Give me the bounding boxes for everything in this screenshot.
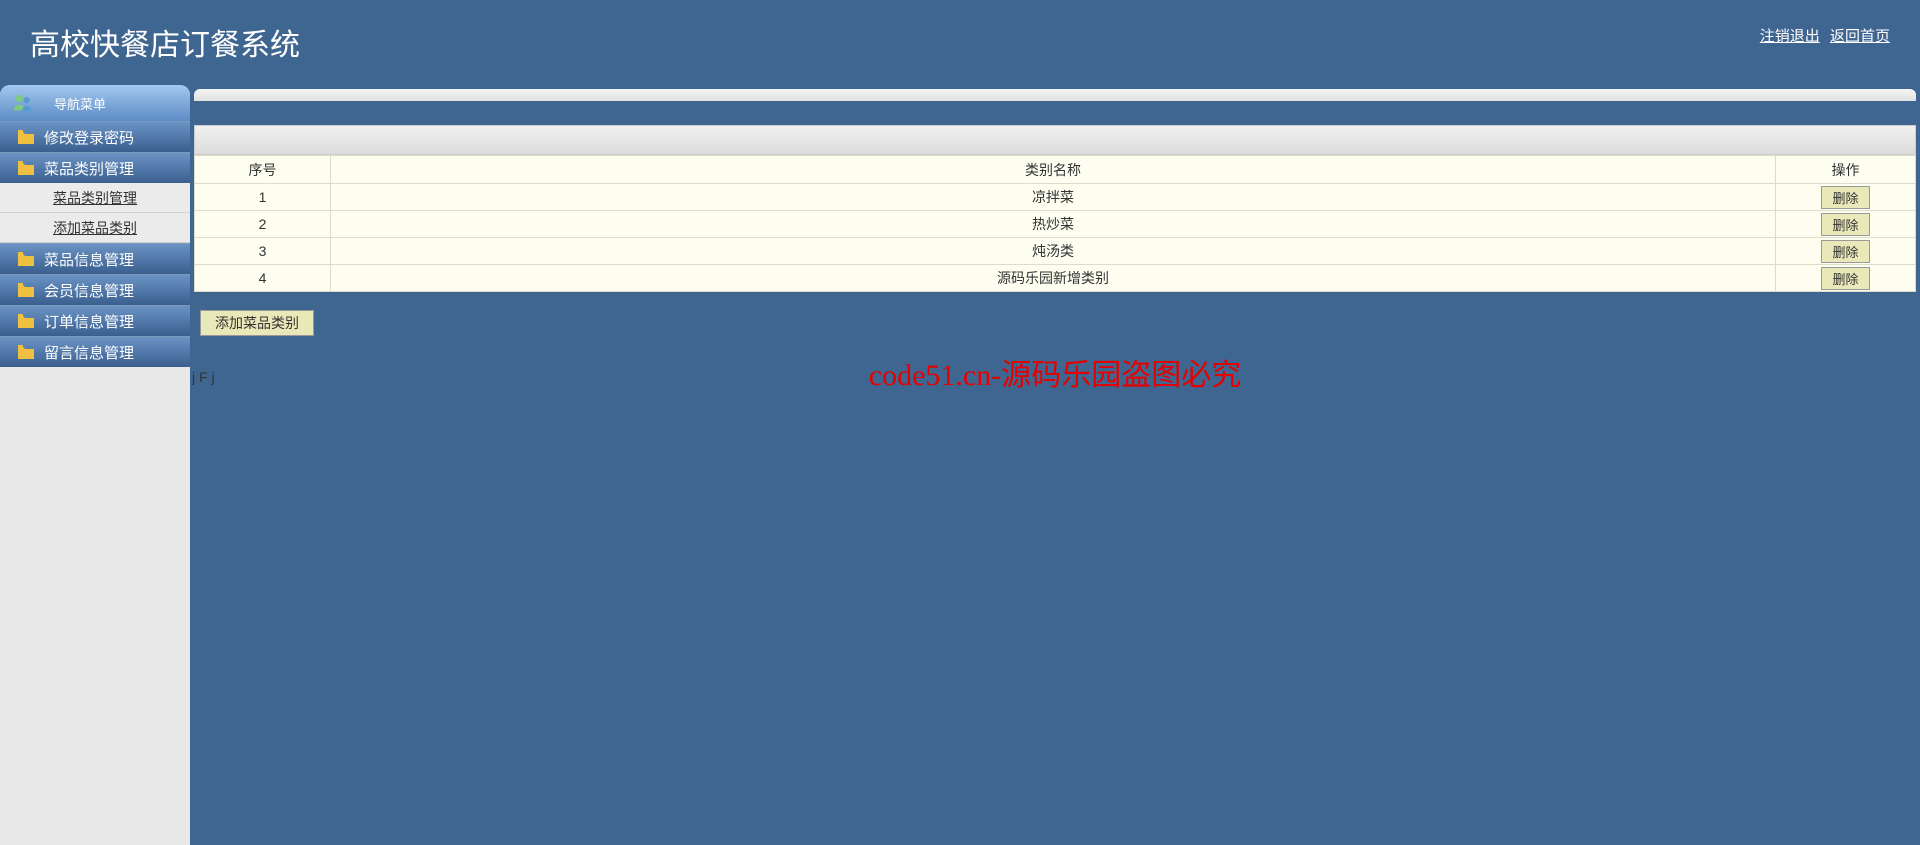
- cell-ops: 删除: [1776, 238, 1916, 265]
- table-row: 4源码乐园新增类别 删除: [195, 265, 1916, 292]
- cell-name: 炖汤类: [331, 238, 1776, 265]
- logout-link[interactable]: 注销退出: [1760, 28, 1820, 45]
- nav-item-order[interactable]: 订单信息管理: [0, 305, 190, 336]
- nav-item-label: 会员信息管理: [44, 280, 134, 301]
- delete-button[interactable]: 删除: [1821, 240, 1869, 263]
- cell-name: 源码乐园新增类别: [331, 265, 1776, 292]
- cell-seq: 4: [195, 265, 331, 292]
- col-name: 类别名称: [331, 156, 1776, 184]
- folder-icon: [18, 130, 34, 144]
- nav-item-label: 订单信息管理: [44, 311, 134, 332]
- sub-item-category-manage[interactable]: 菜品类别管理: [0, 183, 190, 213]
- cell-name: 热炒菜: [331, 211, 1776, 238]
- folder-icon: [18, 314, 34, 328]
- cell-seq: 1: [195, 184, 331, 211]
- users-icon: [12, 92, 34, 114]
- watermark-text: code51.cn-源码乐园盗图必究: [869, 350, 1241, 394]
- folder-icon: [18, 345, 34, 359]
- table-row: 2热炒菜 删除: [195, 211, 1916, 238]
- nav-item-member[interactable]: 会员信息管理: [0, 274, 190, 305]
- header: 高校快餐店订餐系统 注销退出 返回首页: [0, 0, 1920, 85]
- nav-item-label: 修改登录密码: [44, 127, 134, 148]
- cell-seq: 3: [195, 238, 331, 265]
- add-category-button[interactable]: 添加菜品类别: [200, 310, 314, 336]
- table-row: 1凉拌菜 删除: [195, 184, 1916, 211]
- cell-seq: 2: [195, 211, 331, 238]
- stray-text: j F j: [192, 368, 215, 387]
- delete-button[interactable]: 删除: [1821, 186, 1869, 209]
- nav-item-category[interactable]: 菜品类别管理: [0, 152, 190, 183]
- sidebar: 导航菜单 修改登录密码 菜品类别管理 菜品类别管理 添加菜品类别 菜品信息管理: [0, 85, 190, 845]
- folder-icon: [18, 161, 34, 175]
- nav-item-label: 留言信息管理: [44, 342, 134, 363]
- col-ops: 操作: [1776, 156, 1916, 184]
- category-table: 序号 类别名称 操作 1凉拌菜删除2热炒菜删除3炖汤类删除4源码乐园新增类别删除: [194, 155, 1916, 292]
- table-row: 3炖汤类 删除: [195, 238, 1916, 265]
- home-link[interactable]: 返回首页: [1830, 28, 1890, 45]
- nav-item-message[interactable]: 留言信息管理: [0, 336, 190, 367]
- header-links: 注销退出 返回首页: [1754, 25, 1890, 46]
- cell-ops: 删除: [1776, 184, 1916, 211]
- nav-item-label: 菜品信息管理: [44, 249, 134, 270]
- delete-button[interactable]: 删除: [1821, 267, 1869, 290]
- sub-item-category-add[interactable]: 添加菜品类别: [0, 213, 190, 243]
- folder-icon: [18, 252, 34, 266]
- nav-item-dish[interactable]: 菜品信息管理: [0, 243, 190, 274]
- main-content: 序号 类别名称 操作 1凉拌菜删除2热炒菜删除3炖汤类删除4源码乐园新增类别删除…: [190, 85, 1920, 845]
- content-toolbar: [194, 125, 1916, 155]
- cell-ops: 删除: [1776, 265, 1916, 292]
- col-seq: 序号: [195, 156, 331, 184]
- nav-item-password[interactable]: 修改登录密码: [0, 121, 190, 152]
- nav-header: 导航菜单: [0, 85, 190, 121]
- table-header-row: 序号 类别名称 操作: [195, 156, 1916, 184]
- content-top-bar: [194, 89, 1916, 101]
- cell-ops: 删除: [1776, 211, 1916, 238]
- delete-button[interactable]: 删除: [1821, 213, 1869, 236]
- app-title: 高校快餐店订餐系统: [30, 20, 1890, 64]
- nav-title: 导航菜单: [54, 94, 106, 113]
- nav-item-label: 菜品类别管理: [44, 158, 134, 179]
- folder-icon: [18, 283, 34, 297]
- cell-name: 凉拌菜: [331, 184, 1776, 211]
